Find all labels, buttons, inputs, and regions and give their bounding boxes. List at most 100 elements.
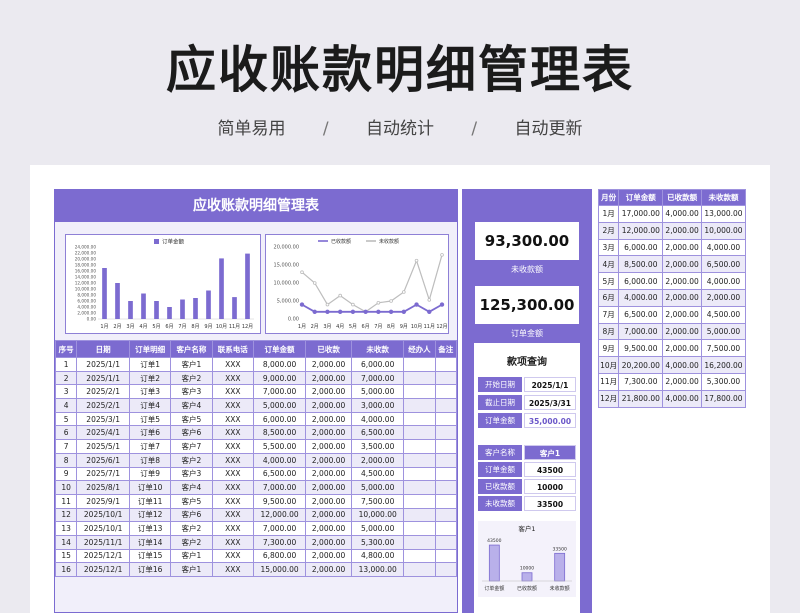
table-cell[interactable]: 订单3 — [128, 384, 172, 400]
table-cell[interactable]: 4月 — [597, 255, 620, 274]
table-cell[interactable]: 6,000.00 — [252, 411, 307, 427]
table-cell[interactable]: 客户7 — [170, 439, 213, 454]
table-cell[interactable]: 5,000.00 — [700, 322, 747, 341]
table-cell[interactable] — [434, 562, 458, 577]
table-cell[interactable]: 2,000.00 — [662, 255, 702, 274]
table-cell[interactable]: 7,000.00 — [252, 480, 307, 495]
table-cell[interactable] — [434, 466, 458, 482]
table-cell[interactable]: 2025/11/1 — [76, 534, 130, 550]
table-cell[interactable] — [403, 425, 436, 441]
table-cell[interactable]: 2025/10/1 — [76, 521, 130, 536]
table-cell[interactable]: 7,500.00 — [351, 493, 405, 509]
table-cell[interactable]: 订单8 — [128, 452, 172, 468]
table-cell[interactable]: XXX — [211, 384, 254, 400]
table-cell[interactable]: XXX — [211, 425, 254, 441]
table-cell[interactable] — [403, 548, 436, 564]
table-cell[interactable]: 13,000.00 — [351, 562, 405, 577]
table-cell[interactable]: 订单16 — [128, 562, 172, 577]
table-cell[interactable]: 3,000.00 — [351, 398, 405, 413]
table-cell[interactable]: 2,000.00 — [305, 480, 353, 495]
table-cell[interactable]: 12 — [54, 507, 78, 523]
table-cell[interactable]: 客户3 — [170, 384, 213, 400]
table-cell[interactable]: 客户4 — [170, 398, 213, 413]
table-cell[interactable] — [403, 411, 436, 427]
table-cell[interactable]: 2,000.00 — [305, 439, 353, 454]
table-cell[interactable]: 5,300.00 — [351, 534, 405, 550]
table-cell[interactable]: XXX — [211, 370, 254, 386]
table-cell[interactable]: 14 — [54, 534, 78, 550]
table-cell[interactable] — [403, 480, 436, 495]
table-cell[interactable] — [434, 507, 458, 523]
table-cell[interactable]: 客户5 — [170, 411, 213, 427]
table-cell[interactable]: 17,000.00 — [618, 205, 664, 223]
table-cell[interactable]: 6,800.00 — [252, 548, 307, 564]
table-cell[interactable]: 6,000.00 — [351, 357, 405, 372]
table-cell[interactable]: 2025/1/1 — [76, 357, 130, 372]
table-cell[interactable]: 2,000.00 — [305, 466, 353, 482]
table-cell[interactable]: 2,000.00 — [305, 370, 353, 386]
table-cell[interactable]: 8,500.00 — [252, 425, 307, 441]
table-cell[interactable]: 2,000.00 — [351, 452, 405, 468]
table-cell[interactable]: 订单4 — [128, 398, 172, 413]
table-cell[interactable]: 4,800.00 — [351, 548, 405, 564]
table-cell[interactable]: 3,500.00 — [351, 439, 405, 454]
table-cell[interactable]: 7,300.00 — [252, 534, 307, 550]
table-cell[interactable]: 6,000.00 — [618, 238, 664, 257]
table-cell[interactable]: 7,300.00 — [618, 372, 664, 391]
table-cell[interactable]: 12,000.00 — [252, 507, 307, 523]
table-cell[interactable]: 4,000.00 — [700, 238, 747, 257]
table-cell[interactable]: XXX — [211, 466, 254, 482]
table-cell[interactable] — [403, 466, 436, 482]
table-cell[interactable]: 2,000.00 — [662, 305, 702, 324]
table-cell[interactable]: 5,500.00 — [252, 439, 307, 454]
table-cell[interactable]: 订单13 — [128, 521, 172, 536]
table-cell[interactable]: 6,500.00 — [252, 466, 307, 482]
table-cell[interactable]: 12月 — [597, 389, 620, 408]
table-cell[interactable]: XXX — [211, 562, 254, 577]
table-cell[interactable]: 6,500.00 — [618, 305, 664, 324]
table-cell[interactable]: 2,000.00 — [662, 272, 702, 290]
table-cell[interactable]: 8月 — [597, 322, 620, 341]
start-date-input[interactable]: 2025/1/1 — [524, 377, 576, 392]
table-cell[interactable]: 1月 — [597, 205, 620, 223]
table-cell[interactable]: 9月 — [597, 339, 620, 358]
table-cell[interactable] — [434, 398, 458, 413]
table-cell[interactable] — [434, 548, 458, 564]
table-cell[interactable] — [434, 425, 458, 441]
table-cell[interactable]: 10月 — [597, 356, 620, 374]
table-cell[interactable]: 6,500.00 — [700, 255, 747, 274]
table-cell[interactable]: 2025/2/1 — [76, 384, 130, 400]
table-cell[interactable]: 10,000.00 — [351, 507, 405, 523]
table-cell[interactable] — [403, 439, 436, 454]
table-cell[interactable]: 客户4 — [170, 480, 213, 495]
table-cell[interactable]: 9 — [54, 466, 78, 482]
table-cell[interactable]: 2,000.00 — [662, 322, 702, 341]
table-cell[interactable]: 2,000.00 — [305, 452, 353, 468]
table-cell[interactable]: 2,000.00 — [305, 398, 353, 413]
table-cell[interactable]: 4,500.00 — [700, 305, 747, 324]
table-cell[interactable]: 11 — [54, 493, 78, 509]
table-cell[interactable]: 订单5 — [128, 411, 172, 427]
table-cell[interactable]: XXX — [211, 521, 254, 536]
table-cell[interactable] — [434, 452, 458, 468]
end-date-input[interactable]: 2025/3/31 — [524, 395, 576, 410]
table-cell[interactable]: 7,500.00 — [700, 339, 747, 358]
table-cell[interactable]: 4,000.00 — [252, 452, 307, 468]
table-cell[interactable]: 客户6 — [170, 425, 213, 441]
table-cell[interactable] — [434, 439, 458, 454]
table-cell[interactable]: 2025/10/1 — [76, 507, 130, 523]
table-cell[interactable]: 7 — [54, 439, 78, 454]
table-cell[interactable]: 2,000.00 — [662, 288, 702, 307]
table-cell[interactable]: 2,000.00 — [662, 372, 702, 391]
table-cell[interactable]: XXX — [211, 452, 254, 468]
table-cell[interactable]: 2,000.00 — [305, 384, 353, 400]
table-cell[interactable] — [434, 411, 458, 427]
table-cell[interactable]: 4 — [54, 398, 78, 413]
table-cell[interactable]: 1 — [54, 357, 78, 372]
table-cell[interactable]: 12,000.00 — [618, 221, 664, 240]
table-cell[interactable]: 2025/8/1 — [76, 480, 130, 495]
table-cell[interactable]: 2,000.00 — [305, 562, 353, 577]
table-cell[interactable]: 20,200.00 — [618, 356, 664, 374]
table-cell[interactable]: 2025/4/1 — [76, 425, 130, 441]
table-cell[interactable]: 5月 — [597, 272, 620, 290]
